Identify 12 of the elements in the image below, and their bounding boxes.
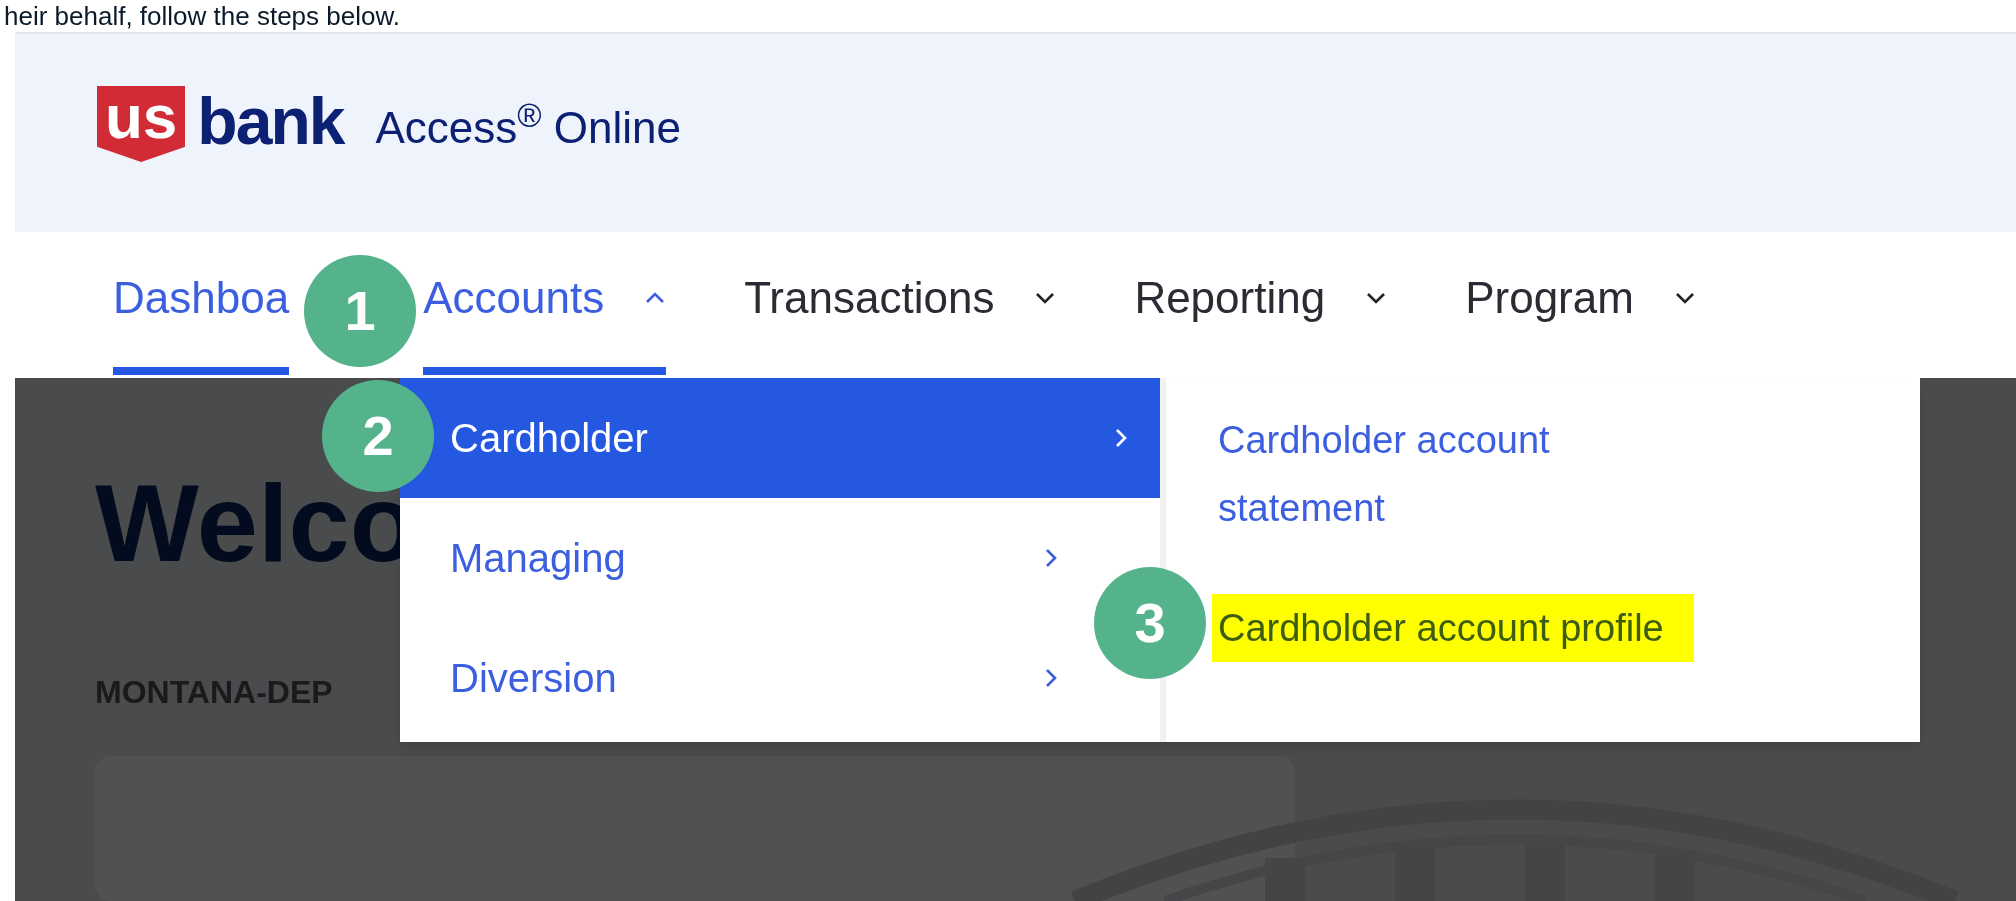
- nav-tab[interactable]: Transactions: [744, 229, 1057, 375]
- submenu-link[interactable]: Cardholder account statement: [1218, 406, 1658, 542]
- menu-item[interactable]: Cardholder: [400, 378, 1160, 498]
- intro-text: heir behalf, follow the steps below.: [3, 1, 401, 31]
- nav-tab[interactable]: Program: [1465, 229, 1696, 375]
- chevron-icon: [1673, 290, 1696, 306]
- logo-word: bank: [197, 88, 344, 154]
- chevron-icon: [1365, 290, 1388, 306]
- nav-tab[interactable]: Reporting: [1134, 229, 1388, 375]
- submenu-link[interactable]: Cardholder account profile: [1212, 594, 1694, 662]
- chevron-icon: [1034, 290, 1057, 306]
- logo-shield: us: [97, 86, 186, 162]
